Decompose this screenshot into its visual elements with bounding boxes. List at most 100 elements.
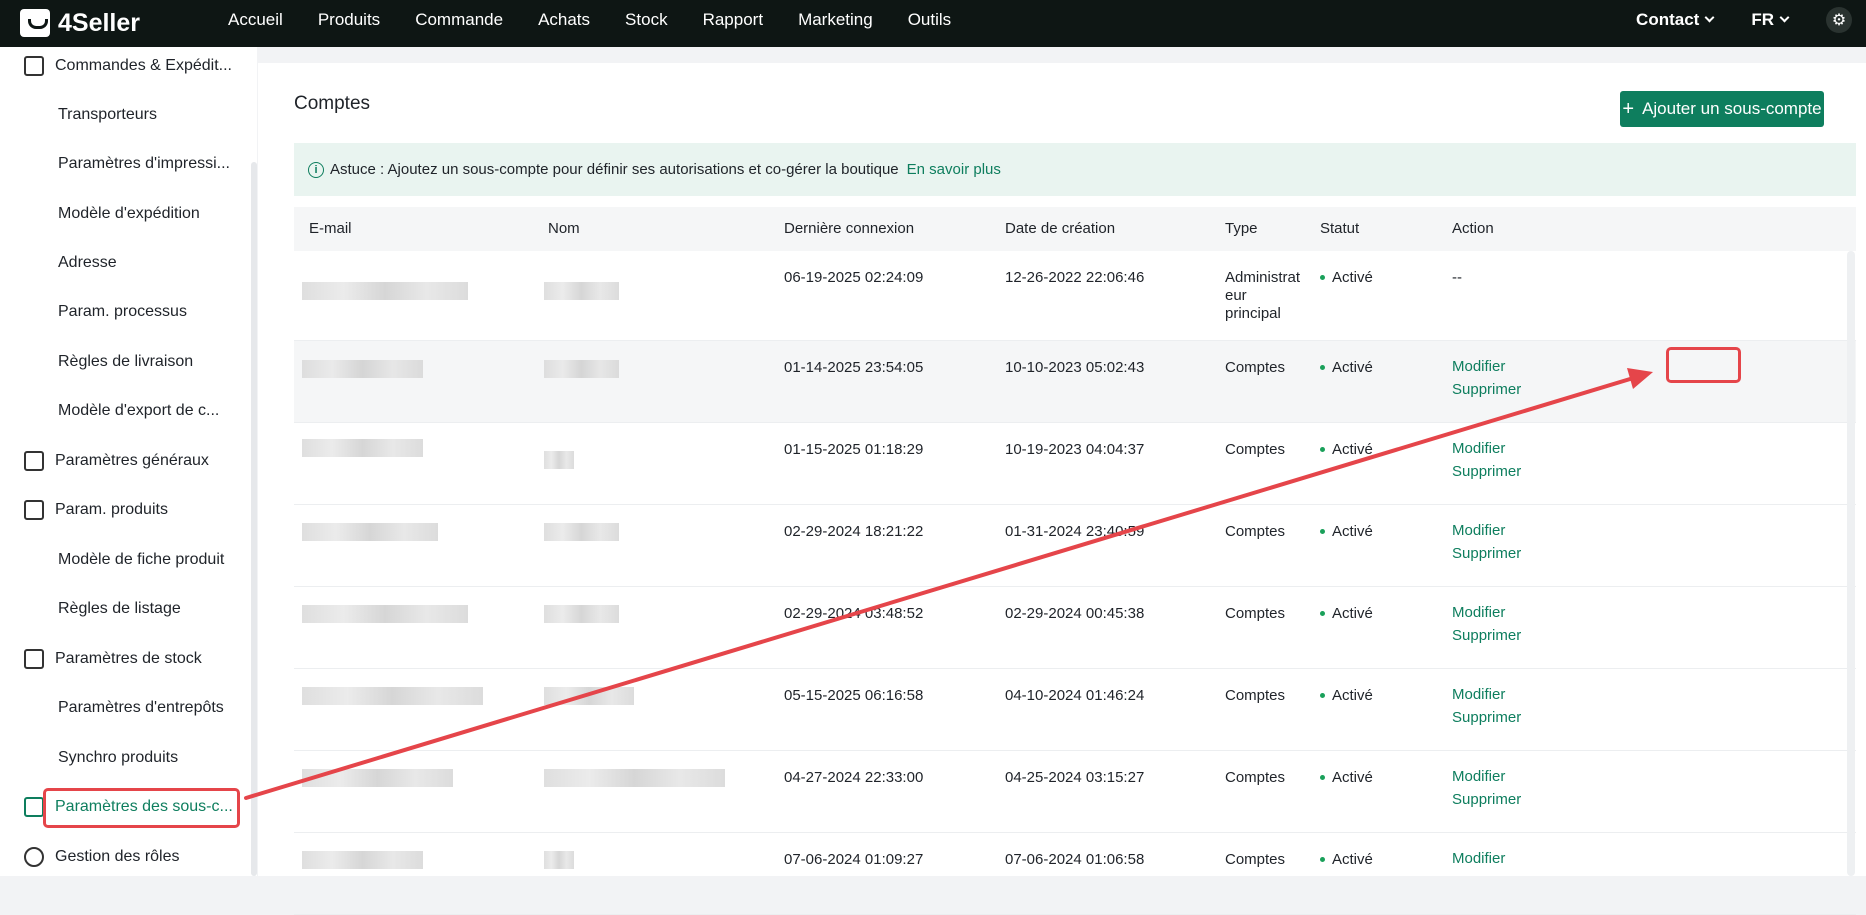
modifier-link[interactable]: Modifier <box>1452 437 1521 460</box>
status-badge: Activé <box>1320 359 1373 376</box>
status-text: Activé <box>1332 269 1373 286</box>
account-type: Comptes <box>1225 851 1286 868</box>
supprimer-link[interactable]: Supprimer <box>1452 378 1521 401</box>
language-dropdown[interactable]: FR <box>1751 10 1790 30</box>
nav-outils[interactable]: Outils <box>908 0 951 40</box>
redacted-name <box>544 851 574 869</box>
column-header-statut: Statut <box>1320 220 1360 237</box>
chevron-down-icon <box>1704 12 1715 23</box>
sidebar-item-regles-livraison[interactable]: Règles de livraison <box>0 337 250 386</box>
sidebar-item-parametres-entrepots[interactable]: Paramètres d'entrepôts <box>0 683 250 732</box>
tip-text: Astuce : Ajoutez un sous-compte pour déf… <box>330 161 899 178</box>
table-header: E-mail Nom Dernière connexion Date de cr… <box>294 207 1856 251</box>
sidebar-item-param-processus[interactable]: Param. processus <box>0 287 250 336</box>
table-scrollbar[interactable] <box>1847 251 1855 876</box>
sidebar-item-modele-fiche-produit[interactable]: Modèle de fiche produit <box>0 535 250 584</box>
status-dot-icon <box>1320 775 1325 780</box>
redacted-name <box>544 360 619 378</box>
modifier-link[interactable]: Modifier <box>1452 519 1521 542</box>
status-badge: Activé <box>1320 687 1373 704</box>
sidebar-item-commandes-expedition[interactable]: Commandes & Expédit... <box>0 41 250 90</box>
status-dot-icon <box>1320 611 1325 616</box>
last-login: 06-19-2025 02:24:09 <box>784 269 924 286</box>
supprimer-link[interactable]: Supprimer <box>1452 542 1521 565</box>
account-type: Comptes <box>1225 359 1286 376</box>
account-type: Comptes <box>1225 441 1286 458</box>
created-date: 12-26-2022 22:06:46 <box>1005 269 1145 286</box>
contact-dropdown[interactable]: Contact <box>1636 10 1715 30</box>
order-icon <box>24 55 44 76</box>
created-date: 01-31-2024 23:40:59 <box>1005 523 1145 540</box>
learn-more-link[interactable]: En savoir plus <box>907 161 1001 178</box>
created-date: 10-10-2023 05:02:43 <box>1005 359 1145 376</box>
row-actions: Modifier Supprimer <box>1452 601 1521 647</box>
supprimer-link[interactable]: Supprimer <box>1452 706 1521 729</box>
status-dot-icon <box>1320 857 1325 862</box>
row-actions: Modifier <box>1452 847 1505 870</box>
sidebar-item-label: Règles de livraison <box>58 352 194 370</box>
modifier-link[interactable]: Modifier <box>1452 601 1521 624</box>
status-dot-icon <box>1320 529 1325 534</box>
account-type: Comptes <box>1225 605 1286 622</box>
nav-achats[interactable]: Achats <box>538 0 590 40</box>
redacted-name <box>544 523 619 541</box>
supprimer-link[interactable]: Supprimer <box>1452 624 1521 647</box>
status-text: Activé <box>1332 441 1373 458</box>
sidebar-scrollbar[interactable] <box>251 162 257 876</box>
sidebar-item-label: Gestion des rôles <box>55 847 180 865</box>
nav-produits[interactable]: Produits <box>318 0 380 40</box>
last-login: 07-06-2024 01:09:27 <box>784 851 924 868</box>
status-badge: Activé <box>1320 851 1373 868</box>
created-date: 04-25-2024 03:15:27 <box>1005 769 1145 786</box>
status-dot-icon <box>1320 275 1325 280</box>
status-badge: Activé <box>1320 769 1373 786</box>
account-type: Comptes <box>1225 769 1286 786</box>
nav-rapport[interactable]: Rapport <box>703 0 763 40</box>
redacted-name <box>544 769 725 787</box>
nav-accueil[interactable]: Accueil <box>228 0 283 40</box>
created-date: 07-06-2024 01:06:58 <box>1005 851 1145 868</box>
created-date: 10-19-2023 04:04:37 <box>1005 441 1145 458</box>
sidebar-item-parametres-stock[interactable]: Paramètres de stock <box>0 634 250 683</box>
sidebar-item-param-produits[interactable]: Param. produits <box>0 485 250 534</box>
modifier-link[interactable]: Modifier <box>1452 355 1521 378</box>
settings-gear-icon[interactable]: ⚙ <box>1826 7 1852 33</box>
modifier-link[interactable]: Modifier <box>1452 765 1521 788</box>
nav-commande[interactable]: Commande <box>415 0 503 40</box>
sidebar-item-regles-listage[interactable]: Règles de listage <box>0 584 250 633</box>
sidebar-item-label: Param. processus <box>58 302 187 320</box>
supprimer-link[interactable]: Supprimer <box>1452 460 1521 483</box>
annotation-highlight-box <box>1666 347 1741 383</box>
sidebar-item-transporteurs[interactable]: Transporteurs <box>0 90 250 139</box>
table-row: 07-06-2024 01:09:27 07-06-2024 01:06:58 … <box>294 833 1856 915</box>
app-logo[interactable]: 4Seller <box>20 5 140 41</box>
sidebar-item-modele-expedition[interactable]: Modèle d'expédition <box>0 189 250 238</box>
add-subaccount-button[interactable]: + Ajouter un sous-compte <box>1620 91 1824 127</box>
sidebar-item-parametres-generaux[interactable]: Paramètres généraux <box>0 436 250 485</box>
sidebar-item-synchro-produits[interactable]: Synchro produits <box>0 733 250 782</box>
table-row: 04-27-2024 22:33:00 04-25-2024 03:15:27 … <box>294 751 1856 833</box>
last-login: 01-14-2025 23:54:05 <box>784 359 924 376</box>
sidebar-item-adresse[interactable]: Adresse <box>0 238 250 287</box>
sidebar-item-label: Commandes & Expédit... <box>55 56 232 74</box>
supprimer-link[interactable]: Supprimer <box>1452 788 1521 811</box>
sidebar-item-gestion-roles[interactable]: Gestion des rôles <box>0 832 250 881</box>
table-row: 02-29-2024 03:48:52 02-29-2024 00:45:38 … <box>294 587 1856 669</box>
sidebar-item-parametres-impression[interactable]: Paramètres d'impressi... <box>0 139 250 188</box>
status-badge: Activé <box>1320 605 1373 622</box>
table-row: 01-14-2025 23:54:05 10-10-2023 05:02:43 … <box>294 341 1856 423</box>
redacted-name <box>544 451 574 469</box>
chevron-down-icon <box>1779 12 1790 23</box>
sidebar-item-label: Modèle d'export de c... <box>58 401 220 419</box>
modifier-link[interactable]: Modifier <box>1452 683 1521 706</box>
nav-marketing[interactable]: Marketing <box>798 0 873 40</box>
warehouse-icon <box>24 648 44 669</box>
redacted-email <box>302 523 438 541</box>
modifier-link[interactable]: Modifier <box>1452 847 1505 870</box>
nav-stock[interactable]: Stock <box>625 0 668 40</box>
sidebar-item-modele-export[interactable]: Modèle d'export de c... <box>0 386 250 435</box>
status-text: Activé <box>1332 359 1373 376</box>
sidebar-item-label: Paramètres d'entrepôts <box>58 698 224 716</box>
upload-box-icon <box>24 499 44 520</box>
main-nav: Accueil Produits Commande Achats Stock R… <box>228 0 986 40</box>
